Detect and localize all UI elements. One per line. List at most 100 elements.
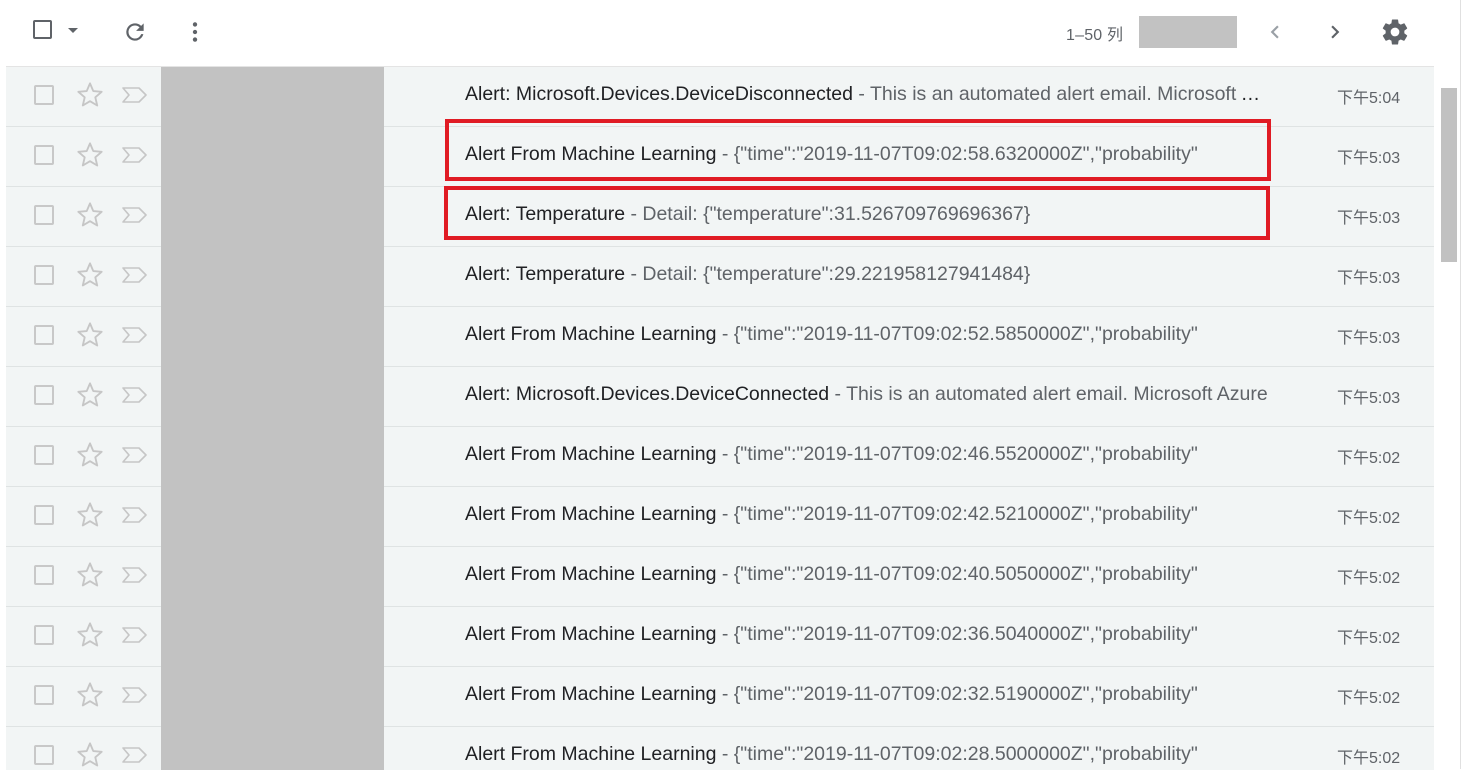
redacted-sender xyxy=(161,187,384,247)
email-subject-line[interactable]: Alert From Machine Learning - {"time":"2… xyxy=(465,441,1270,467)
email-subject-line[interactable]: Alert From Machine Learning - {"time":"2… xyxy=(465,681,1270,707)
star-icon[interactable] xyxy=(76,501,104,529)
email-row[interactable]: Alert From Machine Learning - {"time":"2… xyxy=(6,727,1434,770)
email-subject-line[interactable]: Alert: Temperature - Detail: {"temperatu… xyxy=(465,201,1270,227)
star-icon[interactable] xyxy=(76,321,104,349)
importance-marker-icon[interactable] xyxy=(120,443,150,467)
email-subject-line[interactable]: Alert: Microsoft.Devices.DeviceConnected… xyxy=(465,381,1270,407)
importance-marker-icon[interactable] xyxy=(120,323,150,347)
row-checkbox[interactable] xyxy=(34,85,54,105)
email-time: 下午5:03 xyxy=(1337,390,1401,407)
star-icon[interactable] xyxy=(76,681,104,709)
email-subject-line[interactable]: Alert From Machine Learning - {"time":"2… xyxy=(465,741,1270,767)
importance-marker-icon[interactable] xyxy=(120,203,150,227)
email-subject-line[interactable]: Alert From Machine Learning - {"time":"2… xyxy=(465,561,1270,587)
importance-marker-icon[interactable] xyxy=(120,623,150,647)
email-subject-line[interactable]: Alert From Machine Learning - {"time":"2… xyxy=(465,621,1270,647)
email-subject: Alert From Machine Learning xyxy=(465,443,717,465)
more-vert-icon[interactable] xyxy=(182,18,208,46)
email-time: 下午5:03 xyxy=(1337,330,1401,347)
redacted-sender xyxy=(161,367,384,427)
star-icon[interactable] xyxy=(76,561,104,589)
email-subject: Alert: Microsoft.Devices.DeviceDisconnec… xyxy=(465,83,853,105)
email-subject-line[interactable]: Alert: Temperature - Detail: {"temperatu… xyxy=(465,261,1270,287)
row-checkbox[interactable] xyxy=(34,385,54,405)
star-icon[interactable] xyxy=(76,381,104,409)
star-icon[interactable] xyxy=(76,261,104,289)
email-time: 下午5:02 xyxy=(1337,570,1401,587)
email-subject: Alert: Microsoft.Devices.DeviceConnected xyxy=(465,383,830,405)
importance-marker-icon[interactable] xyxy=(120,263,150,287)
email-row[interactable]: Alert: Microsoft.Devices.DeviceConnected… xyxy=(6,367,1434,427)
email-snippet: - Detail: {"temperature":29.221958127941… xyxy=(625,263,1031,285)
chevron-left-icon[interactable] xyxy=(1262,19,1288,45)
importance-marker-icon[interactable] xyxy=(120,503,150,527)
caret-down-icon[interactable] xyxy=(68,28,78,33)
redacted-count xyxy=(1139,16,1237,48)
email-row[interactable]: Alert: Microsoft.Devices.DeviceDisconnec… xyxy=(6,67,1434,127)
redacted-sender xyxy=(161,547,384,607)
row-checkbox[interactable] xyxy=(34,685,54,705)
email-row[interactable]: Alert: Temperature - Detail: {"temperatu… xyxy=(6,247,1434,307)
email-subject-line[interactable]: Alert From Machine Learning - {"time":"2… xyxy=(465,141,1270,167)
email-subject: Alert From Machine Learning xyxy=(465,563,717,585)
star-icon[interactable] xyxy=(76,201,104,229)
chevron-right-icon[interactable] xyxy=(1322,19,1348,45)
redacted-sender xyxy=(161,247,384,307)
email-row[interactable]: Alert From Machine Learning - {"time":"2… xyxy=(6,487,1434,547)
email-subject-line[interactable]: Alert From Machine Learning - {"time":"2… xyxy=(465,321,1270,347)
star-icon[interactable] xyxy=(76,741,104,769)
divider xyxy=(1460,0,1461,769)
row-checkbox[interactable] xyxy=(34,445,54,465)
star-icon[interactable] xyxy=(76,441,104,469)
row-checkbox[interactable] xyxy=(34,565,54,585)
email-snippet: - {"time":"2019-11-07T09:02:36.5040000Z"… xyxy=(716,623,1198,645)
email-row[interactable]: Alert From Machine Learning - {"time":"2… xyxy=(6,427,1434,487)
email-row[interactable]: Alert From Machine Learning - {"time":"2… xyxy=(6,667,1434,727)
row-checkbox[interactable] xyxy=(34,505,54,525)
gear-icon[interactable] xyxy=(1380,17,1410,47)
importance-marker-icon[interactable] xyxy=(120,743,150,767)
importance-marker-icon[interactable] xyxy=(120,83,150,107)
refresh-icon[interactable] xyxy=(122,19,148,45)
pagination-text: 1–50 列 xyxy=(1066,27,1124,44)
row-checkbox[interactable] xyxy=(34,745,54,765)
importance-marker-icon[interactable] xyxy=(120,683,150,707)
star-icon[interactable] xyxy=(76,621,104,649)
importance-marker-icon[interactable] xyxy=(120,143,150,167)
email-subject: Alert From Machine Learning xyxy=(465,683,717,705)
select-all-checkbox[interactable] xyxy=(33,20,52,39)
email-row[interactable]: Alert From Machine Learning - {"time":"2… xyxy=(6,127,1434,187)
row-checkbox[interactable] xyxy=(34,145,54,165)
row-checkbox[interactable] xyxy=(34,625,54,645)
email-subject: Alert From Machine Learning xyxy=(465,503,717,525)
email-snippet: - {"time":"2019-11-07T09:02:28.5000000Z"… xyxy=(716,743,1198,765)
email-list: Alert: Microsoft.Devices.DeviceDisconnec… xyxy=(6,66,1434,770)
row-checkbox[interactable] xyxy=(34,265,54,285)
email-time: 下午5:02 xyxy=(1337,690,1401,707)
importance-marker-icon[interactable] xyxy=(120,563,150,587)
email-subject: Alert From Machine Learning xyxy=(465,323,717,345)
email-subject-line[interactable]: Alert: Microsoft.Devices.DeviceDisconnec… xyxy=(465,81,1270,107)
star-icon[interactable] xyxy=(76,81,104,109)
email-time: 下午5:03 xyxy=(1337,270,1401,287)
redacted-sender xyxy=(161,127,384,187)
email-subject: Alert From Machine Learning xyxy=(465,743,717,765)
email-snippet: - This is an automated alert email. Micr… xyxy=(829,383,1268,405)
email-row[interactable]: Alert From Machine Learning - {"time":"2… xyxy=(6,547,1434,607)
row-checkbox[interactable] xyxy=(34,205,54,225)
email-subject: Alert: Temperature xyxy=(465,203,626,225)
email-snippet: - {"time":"2019-11-07T09:02:46.5520000Z"… xyxy=(716,443,1198,465)
email-subject: Alert From Machine Learning xyxy=(465,623,717,645)
email-row[interactable]: Alert From Machine Learning - {"time":"2… xyxy=(6,607,1434,667)
importance-marker-icon[interactable] xyxy=(120,383,150,407)
email-row[interactable]: Alert: Temperature - Detail: {"temperatu… xyxy=(6,187,1434,247)
email-subject-line[interactable]: Alert From Machine Learning - {"time":"2… xyxy=(465,501,1270,527)
email-row[interactable]: Alert From Machine Learning - {"time":"2… xyxy=(6,307,1434,367)
redacted-sender xyxy=(161,667,384,727)
scrollbar-thumb[interactable] xyxy=(1441,88,1457,262)
email-snippet: - {"time":"2019-11-07T09:02:32.5190000Z"… xyxy=(716,683,1198,705)
email-snippet: - {"time":"2019-11-07T09:02:52.5850000Z"… xyxy=(716,323,1198,345)
row-checkbox[interactable] xyxy=(34,325,54,345)
star-icon[interactable] xyxy=(76,141,104,169)
